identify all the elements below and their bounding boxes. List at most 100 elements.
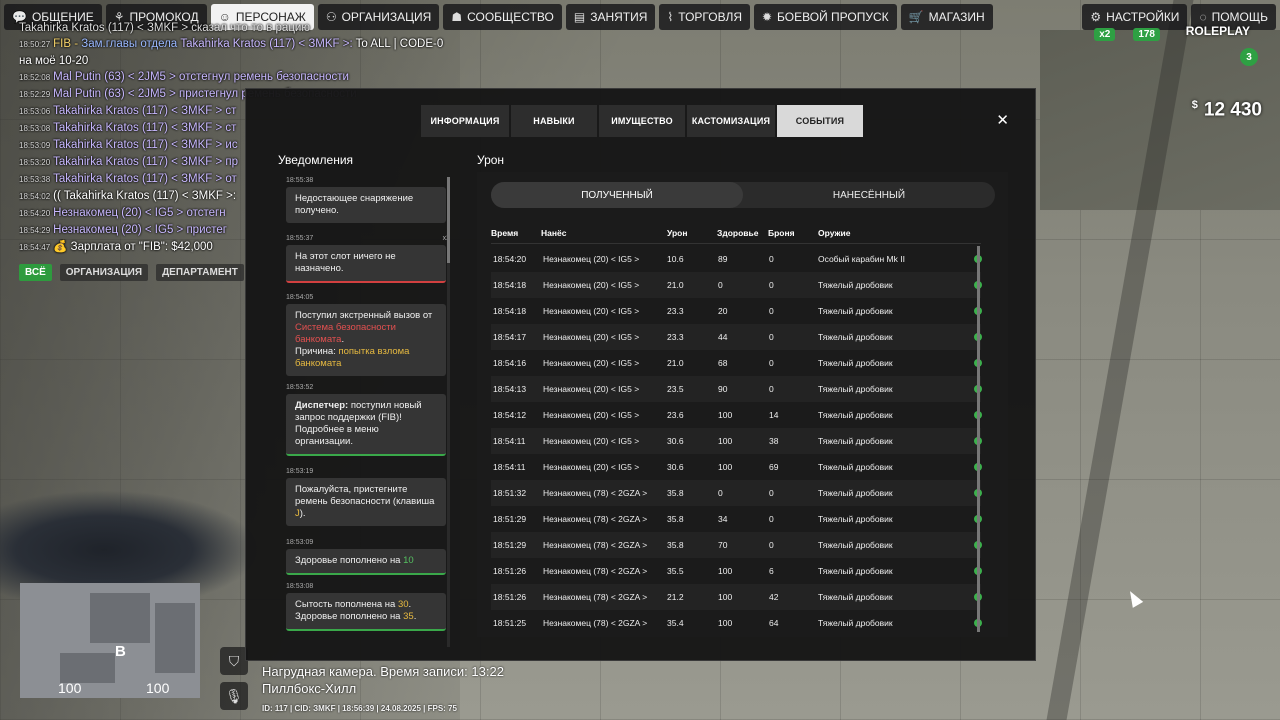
notification-card: Здоровье пополнено на 10: [286, 549, 446, 575]
notifications-scrollbar[interactable]: [447, 177, 450, 647]
damage-table-body[interactable]: 18:54:20 Незнакомец (20) < IG5 > 10.6 89 0 Ос…: [491, 246, 991, 632]
cell-time: 18:54:13: [493, 384, 527, 394]
table-row[interactable]: 18:51:32 Незнакомец (78) < 2GZA > 35.8 0 0 Тя…: [491, 480, 982, 506]
notifications-scrollbar-thumb[interactable]: [447, 177, 450, 263]
notification-card: Недостающее снаряжение получено.: [286, 187, 446, 223]
cell-time: 18:51:25: [493, 618, 527, 628]
cell-armor: 0: [769, 306, 774, 316]
cell-time: 18:51:29: [493, 540, 527, 550]
nav-button-label: ТОРГОВЛЯ: [678, 10, 742, 24]
cell-armor: 0: [769, 540, 774, 550]
cell-armor: 38: [769, 436, 779, 446]
table-row[interactable]: 18:51:29 Незнакомец (78) < 2GZA > 35.8 70 0 Т…: [491, 532, 982, 558]
chat-timestamp: 18:52:08: [19, 73, 51, 82]
table-row[interactable]: 18:54:18 Незнакомец (20) < IG5 > 21.0 0 0 Тяж…: [491, 272, 982, 298]
damage-table-scrollbar-thumb[interactable]: [977, 246, 980, 632]
dealt-toggle-button[interactable]: НАНЕСЁННЫЙ: [743, 182, 995, 208]
damage-section: ПОЛУЧЕННЫЙ НАНЕСЁННЫЙ Время Нанёс Урон З…: [477, 172, 1008, 637]
cell-time: 18:51:32: [493, 488, 527, 498]
cell-weapon: Тяжелый дробовик: [818, 306, 893, 316]
chat-text: Takahirka Kratos (117) < ЗMKF > ис: [53, 139, 238, 151]
chat-timestamp: 18:53:06: [19, 107, 51, 116]
notification-text: Здоровье пополнено на: [295, 611, 404, 622]
notification-card: Диспетчер: поступил новый запрос поддерж…: [286, 394, 446, 456]
cell-time: 18:54:12: [493, 410, 527, 420]
nav-button-cart[interactable]: 🛒 МАГАЗИН: [900, 4, 993, 30]
column-time: Время: [491, 228, 519, 238]
nav-button-settings[interactable]: ⚙ НАСТРОЙКИ: [1082, 4, 1188, 30]
cell-weapon: Тяжелый дробовик: [818, 566, 893, 576]
multiplier-badge: x2: [1094, 28, 1116, 41]
chat-text: To ALL | CODE-0: [355, 38, 444, 50]
notification-card: Пожалуйста, пристегните ремень безопасно…: [286, 478, 446, 526]
close-button[interactable]: ✕: [996, 111, 1009, 129]
notification-item: 18:55:38 Недостающее снаряжение получено.: [286, 177, 446, 223]
damage-table-scrollbar[interactable]: [977, 246, 980, 632]
table-row[interactable]: 18:54:20 Незнакомец (20) < IG5 > 10.6 89 0 Ос…: [491, 246, 982, 272]
table-row[interactable]: 18:54:11 Незнакомец (20) < IG5 > 30.6 100 69…: [491, 454, 982, 480]
cell-weapon: Тяжелый дробовик: [818, 488, 893, 498]
notification-item: 18:53:09 Здоровье пополнено на 10: [286, 539, 446, 575]
table-row[interactable]: 18:54:17 Незнакомец (20) < IG5 > 23.3 44 0 Тя…: [491, 324, 982, 350]
notification-text: .: [408, 599, 412, 610]
damage-toggle: ПОЛУЧЕННЫЙ НАНЕСЁННЫЙ: [491, 182, 995, 208]
table-row[interactable]: 18:51:26 Незнакомец (78) < 2GZA > 35.5 100 6…: [491, 558, 982, 584]
cell-time: 18:51:26: [493, 592, 527, 602]
received-toggle-button[interactable]: ПОЛУЧЕННЫЙ: [491, 182, 743, 208]
nav-button-activities[interactable]: ▤ ЗАНЯТИЯ: [565, 4, 656, 30]
cell-weapon: Тяжелый дробовик: [818, 618, 893, 628]
cell-time: 18:54:16: [493, 358, 527, 368]
chat-tab[interactable]: ВСЁ: [19, 264, 52, 281]
notification-time: 18:53:08: [286, 583, 314, 590]
tab-3[interactable]: КАСТОМИЗАЦИЯ: [687, 105, 775, 137]
chat-timestamp: 18:53:09: [19, 141, 51, 150]
cell-attacker: Незнакомец (78) < 2GZA >: [543, 514, 648, 524]
map-building: [90, 593, 150, 643]
tab-1[interactable]: НАВЫКИ: [511, 105, 597, 137]
cell-weapon: Особый карабин Mk II: [818, 254, 905, 264]
table-row[interactable]: 18:54:18 Незнакомец (20) < IG5 > 23.3 20 0 Тя…: [491, 298, 982, 324]
chat-tab[interactable]: ОРГАНИЗАЦИЯ: [59, 264, 149, 281]
notifications-list[interactable]: 18:55:38 Недостающее снаряжение получено.…: [286, 177, 450, 647]
table-row[interactable]: 18:54:11 Незнакомец (20) < IG5 > 30.6 100 38…: [491, 428, 982, 454]
nav-button-trade[interactable]: ⌇ ТОРГОВЛЯ: [659, 4, 750, 30]
microphone-icon[interactable]: 🎙: [220, 682, 248, 710]
cell-weapon: Тяжелый дробовик: [818, 358, 893, 368]
cell-weapon: Тяжелый дробовик: [818, 592, 893, 602]
activities-icon: ▤: [573, 10, 586, 24]
chat-tab[interactable]: ДЕПАРТАМЕНТ: [156, 264, 244, 281]
notification-time: 18:55:38: [286, 177, 314, 184]
tab-2[interactable]: ИМУЩЕСТВО: [599, 105, 685, 137]
chat-message: 18:52:08 Mal Putin (63) < 2JM5 > отстегну…: [19, 69, 489, 86]
nav-button-battlepass[interactable]: ✹ БОЕВОЙ ПРОПУСК: [753, 4, 897, 30]
panel-tabs: ИНФОРМАЦИЯ НАВЫКИ ИМУЩЕСТВО КАСТОМИЗАЦИЯ СОБ…: [421, 105, 863, 137]
table-row[interactable]: 18:51:26 Незнакомец (78) < 2GZA > 21.2 100 4…: [491, 584, 982, 610]
cell-damage: 35.8: [667, 488, 684, 498]
notification-text: Здоровье пополнено на: [295, 555, 404, 566]
cell-damage: 35.5: [667, 566, 684, 576]
cell-damage: 21.0: [667, 280, 684, 290]
chat-text: Takahirka Kratos (117) < ЗMKF > ст: [53, 105, 237, 117]
column-damage: Урон: [667, 228, 688, 238]
chat-timestamp: 18:53:20: [19, 158, 51, 167]
tab-0[interactable]: ИНФОРМАЦИЯ: [421, 105, 509, 137]
table-row[interactable]: 18:51:29 Незнакомец (78) < 2GZA > 35.8 34 0 Т…: [491, 506, 982, 532]
hud-badges: x2 178: [1094, 28, 1160, 41]
table-row[interactable]: 18:51:25 Незнакомец (78) < 2GZA > 35.4 100 6…: [491, 610, 982, 632]
table-row[interactable]: 18:54:12 Незнакомец (20) < IG5 > 23.6 100 14…: [491, 402, 982, 428]
table-row[interactable]: 18:54:16 Незнакомец (20) < IG5 > 21.0 68 0 Тя…: [491, 350, 982, 376]
cell-health: 89: [718, 254, 728, 264]
cell-health: 100: [718, 462, 733, 472]
chat-timestamp: 18:54:20: [19, 209, 51, 218]
table-row[interactable]: 18:54:13 Незнакомец (20) < IG5 > 23.5 90 0 Тя…: [491, 376, 982, 402]
tab-4[interactable]: СОБЫТИЯ: [777, 105, 863, 137]
nav-button-label: ПОМОЩЬ: [1211, 10, 1268, 24]
cell-health: 100: [718, 592, 733, 602]
character-panel: ИНФОРМАЦИЯ НАВЫКИ ИМУЩЕСТВО КАСТОМИЗАЦИЯ СОБ…: [245, 88, 1036, 661]
cell-health: 100: [718, 618, 733, 628]
shield-icon[interactable]: ⛉: [220, 647, 248, 675]
cell-attacker: Незнакомец (20) < IG5 >: [543, 436, 640, 446]
cell-attacker: Незнакомец (78) < 2GZA >: [543, 488, 648, 498]
notification-text: 35: [403, 611, 414, 622]
notification-item: 18:53:52 Диспетчер: поступил новый запрос…: [286, 384, 446, 456]
